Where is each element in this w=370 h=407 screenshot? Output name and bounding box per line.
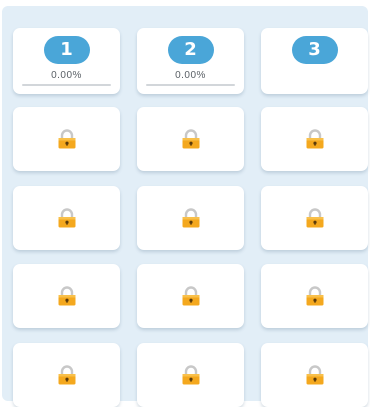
level-number-badge: 2	[167, 36, 214, 64]
level-tile-locked[interactable]	[13, 107, 120, 171]
level-tile-locked[interactable]	[261, 107, 368, 171]
level-progress-text: 0.00%	[175, 70, 206, 81]
level-tile-locked[interactable]	[137, 107, 244, 171]
level-tile-locked[interactable]	[261, 343, 368, 407]
lock-icon	[306, 286, 323, 306]
level-progress-bar	[22, 84, 111, 86]
level-tile-locked[interactable]	[261, 186, 368, 250]
lock-icon	[58, 286, 75, 306]
level-progress-bar	[146, 84, 235, 86]
level-tile-locked[interactable]	[137, 186, 244, 250]
lock-icon	[182, 286, 199, 306]
level-tile-locked[interactable]	[13, 186, 120, 250]
lock-icon	[306, 129, 323, 149]
lock-icon	[58, 365, 75, 385]
level-tile-2[interactable]: 2 0.00%	[137, 28, 244, 94]
level-tile-locked[interactable]	[13, 343, 120, 407]
level-tile-locked[interactable]	[13, 264, 120, 328]
level-progress-text: 0.00%	[51, 70, 82, 81]
level-tile-locked[interactable]	[137, 264, 244, 328]
lock-icon	[182, 129, 199, 149]
lock-icon	[306, 365, 323, 385]
level-select-panel: 1 0.00% 2 0.00% 3	[2, 6, 368, 407]
level-number-badge: 1	[43, 36, 90, 64]
lock-icon	[58, 129, 75, 149]
level-tile-locked[interactable]	[261, 264, 368, 328]
lock-icon	[306, 208, 323, 228]
level-tile-locked[interactable]	[137, 343, 244, 407]
lock-icon	[182, 208, 199, 228]
level-tile-1[interactable]: 1 0.00%	[13, 28, 120, 94]
lock-icon	[58, 208, 75, 228]
level-number-badge: 3	[291, 36, 338, 64]
level-tile-3[interactable]: 3	[261, 28, 368, 94]
lock-icon	[182, 365, 199, 385]
